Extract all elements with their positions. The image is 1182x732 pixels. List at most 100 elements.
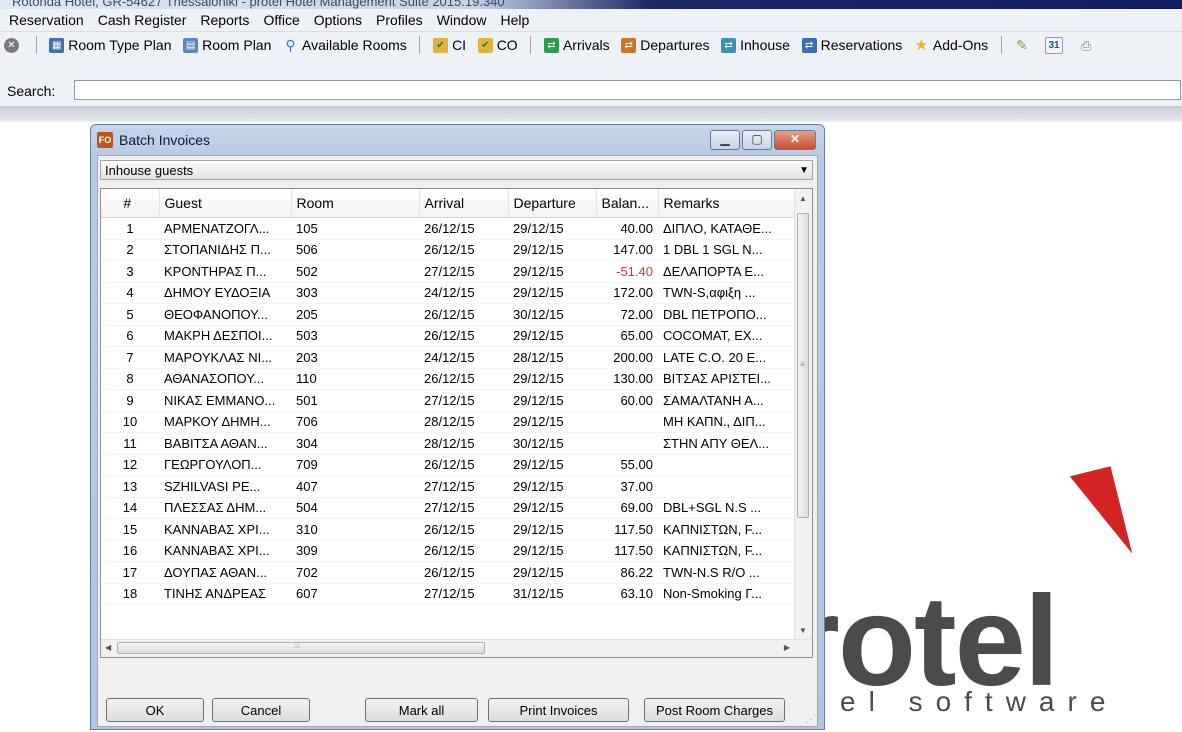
room-number: 702 — [291, 561, 419, 584]
print-invoices-button[interactable]: Print Invoices — [488, 698, 629, 722]
room-type-plan-button[interactable]: ▦ Room Type Plan — [45, 32, 175, 58]
table-row[interactable]: 13 SZHILVASI PE... 407 27/12/15 29/12/15 37.0… — [101, 475, 796, 498]
room-plan-button[interactable]: ▤ Room Plan — [179, 32, 275, 58]
guest-name: ΜΑΚΡΗ ΔΕΣΠΟΙ... — [159, 325, 291, 347]
table-row[interactable]: 8 ΑΘΑΝΑΣΟΠΟΥ... 110 26/12/15 29/12/15 130.00 Β… — [101, 368, 796, 390]
table-row[interactable]: 15 ΚΑΝΝΑΒΑΣ ΧΡΙ... 310 26/12/15 29/12/15 117.… — [101, 518, 796, 541]
column-header-arrival[interactable]: Arrival — [419, 189, 509, 218]
printer-button[interactable]: ⎙ — [1075, 32, 1102, 58]
calendar-button[interactable]: 31 — [1041, 32, 1071, 58]
departure-date: 29/12/15 — [508, 497, 596, 519]
scroll-up-icon[interactable]: ▲ — [799, 194, 807, 203]
table-row[interactable]: 9 ΝΙΚΑΣ ΕΜΜΑΝΟ... 501 27/12/15 29/12/15 60.00… — [101, 389, 796, 412]
departures-button[interactable]: ⇄ Departures — [617, 32, 713, 58]
table-row[interactable]: 2 ΣΤΟΠΑΝΙΔΗΣ Π... 506 26/12/15 29/12/15 147.0… — [101, 239, 796, 261]
balance-amount: 86.22 — [596, 561, 658, 584]
room-number: 709 — [291, 454, 419, 476]
grid-plan-icon: ▦ — [49, 37, 65, 53]
add-ons-button[interactable]: ★ Add-Ons — [910, 32, 992, 58]
table-row[interactable]: 5 ΘΕΟΦΑΝΟΠΟΥ... 205 26/12/15 30/12/15 72.00 DB… — [101, 303, 796, 326]
menu-help[interactable]: Help — [493, 9, 536, 31]
row-number: 5 — [101, 303, 159, 326]
mark-all-button[interactable]: Mark all — [365, 698, 478, 722]
table-row[interactable]: 10 ΜΑΡΚΟΥ ΔΗΜΗ... 706 28/12/15 29/12/15 ΜΗ ΚΑ… — [101, 411, 796, 433]
magnifier-icon: ⚲ — [285, 36, 296, 53]
arrival-date: 27/12/15 — [419, 475, 508, 498]
room-number: 503 — [291, 325, 419, 347]
star-icon: ★ — [914, 36, 929, 54]
table-row[interactable]: 7 ΜΑΡΟΥΚΛΑΣ ΝΙ... 203 24/12/15 28/12/15 200.0… — [101, 346, 796, 369]
column-header-balance[interactable]: Balan... — [596, 189, 659, 218]
scroll-down-icon[interactable]: ▼ — [799, 626, 807, 635]
table-row[interactable]: 14 ΠΛΕΣΣΑΣ ΔΗΜ... 504 27/12/15 29/12/15 69.00… — [101, 497, 796, 519]
table-row[interactable]: 4 ΔΗΜΟΥ ΕΥΔΟΞΙΑ 303 24/12/15 29/12/15 172.00 T… — [101, 282, 796, 304]
arrival-date: 26/12/15 — [419, 540, 508, 562]
ok-button[interactable]: OK — [106, 698, 204, 722]
column-header-departure[interactable]: Departure — [508, 189, 597, 218]
menu-cash-register[interactable]: Cash Register — [91, 9, 194, 31]
column-header-remarks[interactable]: Remarks — [658, 189, 797, 218]
menu-profiles[interactable]: Profiles — [369, 9, 430, 31]
resize-grip-icon[interactable]: ⋰ — [806, 714, 816, 725]
close-button[interactable]: ✕ — [774, 130, 816, 150]
row-number: 18 — [101, 583, 159, 605]
departure-date: 29/12/15 — [508, 454, 596, 476]
table-row[interactable]: 17 ΔΟΥΠΑΣ ΑΘΑΝ... 702 26/12/15 29/12/15 86.22… — [101, 561, 796, 584]
close-all-button[interactable]: ✕ — [0, 32, 27, 58]
cancel-button[interactable]: Cancel — [212, 698, 310, 722]
room-number: 105 — [291, 217, 419, 240]
search-bar: Search: — [0, 58, 1182, 106]
room-type-plan-label: Room Type Plan — [68, 37, 172, 53]
reservations-button[interactable]: ⇄ Reservations — [798, 32, 907, 58]
arrivals-button[interactable]: ⇄ Arrivals — [540, 32, 614, 58]
departure-date: 29/12/15 — [508, 368, 596, 390]
arrivals-icon: ⇄ — [543, 37, 559, 53]
menu-office[interactable]: Office — [256, 9, 306, 31]
remarks-text: ΒΙΤΣΑΣ ΑΡΙΣΤΕΙ... — [658, 368, 796, 390]
remarks-text: ΔΕΛΑΠΟΡΤΑ Ε... — [658, 260, 796, 283]
post-room-charges-button[interactable]: Post Room Charges — [644, 698, 785, 722]
room-number: 607 — [291, 583, 419, 605]
minimize-button[interactable]: ▁ — [710, 130, 740, 150]
grip-icon: ≡ — [800, 360, 805, 369]
printer-icon: ⎙ — [1080, 37, 1092, 53]
remarks-text: TWN-S,αφιξη ... — [658, 282, 796, 304]
departure-date: 31/12/15 — [508, 583, 596, 605]
maximize-button[interactable]: ▢ — [742, 130, 772, 150]
table-row[interactable]: 18 ΤΙΝΗΣ ΑΝΔΡΕΑΣ 607 27/12/15 31/12/15 63.10 N… — [101, 583, 796, 605]
row-number: 10 — [101, 411, 159, 433]
tool-button[interactable]: ✎ — [1010, 32, 1037, 58]
arrival-date: 26/12/15 — [419, 561, 508, 584]
balance-amount: 117.50 — [596, 540, 658, 562]
vertical-scroll-thumb[interactable]: ≡ — [797, 213, 809, 518]
check-in-button[interactable]: ✔ CI — [429, 32, 470, 58]
guest-name: ΑΘΑΝΑΣΟΠΟΥ... — [159, 368, 291, 390]
menu-reports[interactable]: Reports — [193, 9, 256, 31]
available-rooms-button[interactable]: ⚲ Available Rooms — [279, 32, 411, 58]
menu-options[interactable]: Options — [307, 9, 369, 31]
table-row[interactable]: 1 ΑΡΜΕΝΑΤΖΟΓΛ... 105 26/12/15 29/12/15 40.00 Δ… — [101, 217, 796, 240]
vertical-scrollbar[interactable]: ▲ ≡ ▼ — [794, 189, 812, 639]
check-out-button[interactable]: ✔ CO — [474, 32, 522, 58]
scroll-left-icon[interactable]: ◀ — [105, 643, 111, 652]
table-row[interactable]: 11 ΒΑΒΙΤΣΑ ΑΘΑΝ... 304 28/12/15 30/12/15 ΣΤΗΝ… — [101, 432, 796, 455]
menu-window[interactable]: Window — [430, 9, 494, 31]
search-input[interactable] — [74, 80, 1181, 100]
table-row[interactable]: 16 ΚΑΝΝΑΒΑΣ ΧΡΙ... 309 26/12/15 29/12/15 117.… — [101, 540, 796, 562]
column-header-number[interactable]: # — [101, 189, 160, 218]
table-row[interactable]: 12 ΓΕΩΡΓΟΥΛΟΠ... 709 26/12/15 29/12/15 55.00 — [101, 454, 796, 476]
inhouse-button[interactable]: ⇄ Inhouse — [717, 32, 794, 58]
menu-reservation[interactable]: Reservation — [0, 9, 91, 31]
horizontal-scrollbar[interactable]: ◀ ⦙⦙⦙ ▶ — [101, 639, 812, 657]
guest-filter-select[interactable]: Inhouse guests ▼ — [100, 160, 813, 180]
column-header-guest[interactable]: Guest — [159, 189, 292, 218]
scroll-right-icon[interactable]: ▶ — [784, 643, 790, 652]
balance-amount: -51.40 — [596, 260, 658, 283]
horizontal-scroll-thumb[interactable]: ⦙⦙⦙ — [117, 640, 485, 654]
column-header-room[interactable]: Room — [291, 189, 420, 218]
table-row[interactable]: 6 ΜΑΚΡΗ ΔΕΣΠΟΙ... 503 26/12/15 29/12/15 65.00… — [101, 325, 796, 347]
balance-amount: 130.00 — [596, 368, 658, 390]
arrival-date: 27/12/15 — [419, 260, 508, 283]
table-row[interactable]: 3 ΚΡΟΝΤΗΡΑΣ Π... 502 27/12/15 29/12/15 -51.40… — [101, 260, 796, 283]
invoice-table: # Guest Room Arrival Departure Balan... … — [101, 189, 797, 605]
